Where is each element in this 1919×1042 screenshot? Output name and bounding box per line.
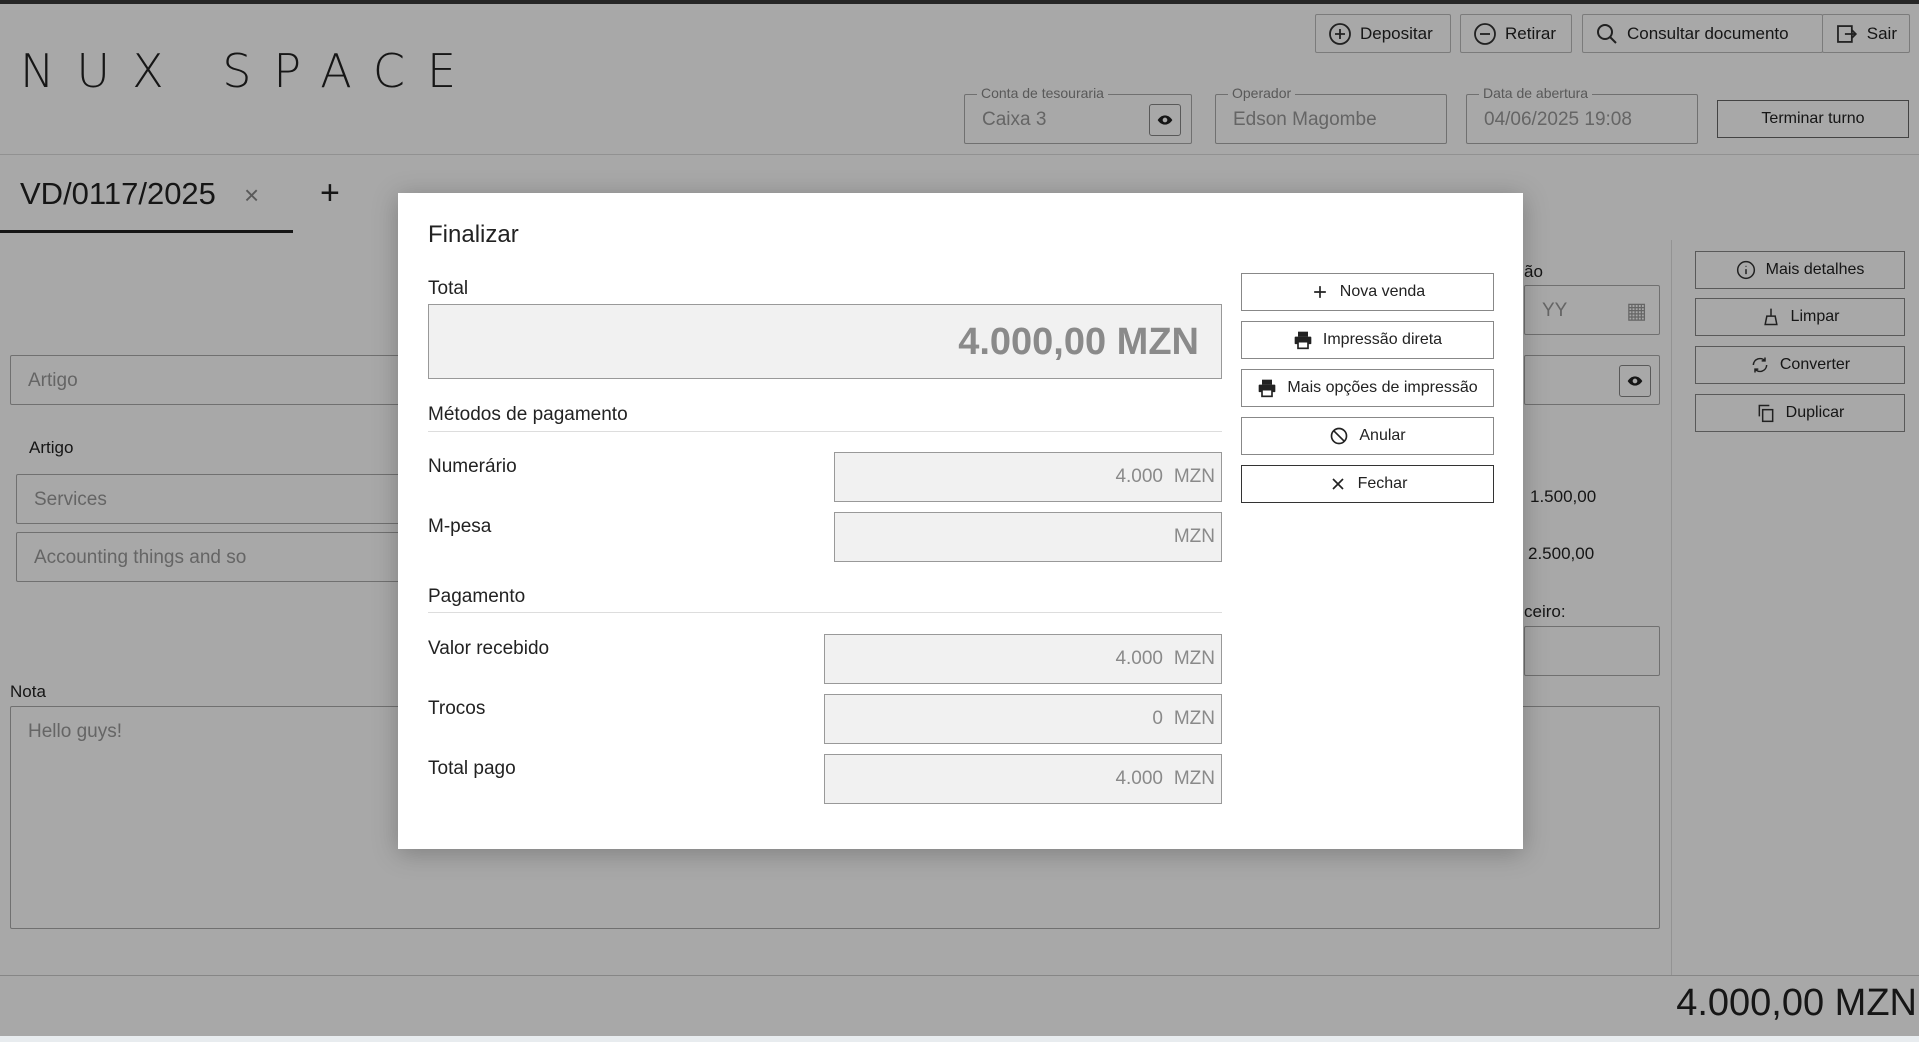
cash-method-label: Numerário [428, 456, 517, 477]
cash-amount-value: 4.000 [1115, 466, 1163, 487]
plus-icon [1313, 286, 1326, 298]
received-amount-unit: MZN [1173, 648, 1215, 669]
finalize-dialog: Finalizar Total 4.000,00 MZN Métodos de … [398, 193, 1523, 849]
new-sale-label: Nova venda [1339, 283, 1426, 300]
printer-icon [1294, 331, 1312, 350]
change-amount-value: 0 [1152, 708, 1163, 729]
more-print-options-button[interactable]: Mais opções de impressão [1241, 369, 1494, 407]
change-label: Trocos [428, 698, 486, 719]
total-paid-label: Total pago [428, 758, 516, 779]
payment-divider [428, 612, 1222, 613]
received-amount-input[interactable]: 4.000 MZN [824, 634, 1222, 684]
received-label: Valor recebido [428, 638, 550, 659]
total-paid-unit: MZN [1173, 768, 1215, 789]
total-value: 4.000,00 MZN [958, 321, 1199, 363]
mpesa-amount-input[interactable]: MZN [834, 512, 1222, 562]
cash-amount-unit: MZN [1173, 466, 1215, 487]
dialog-title: Finalizar [428, 221, 519, 248]
void-label: Anular [1359, 427, 1406, 444]
total-paid-value: 4.000 [1115, 768, 1163, 789]
direct-print-label: Impressão direta [1322, 331, 1443, 348]
block-icon [1331, 427, 1348, 445]
mpesa-method-label: M-pesa [428, 516, 492, 537]
received-amount-value: 4.000 [1115, 648, 1163, 669]
more-print-options-label: Mais opções de impressão [1287, 379, 1478, 396]
change-amount-field: 0 MZN [824, 694, 1222, 744]
void-button[interactable]: Anular [1241, 417, 1494, 455]
close-icon [1332, 478, 1344, 490]
payment-methods-title: Métodos de pagamento [428, 404, 628, 425]
payment-title: Pagamento [428, 586, 526, 607]
change-amount-unit: MZN [1173, 708, 1215, 729]
close-button[interactable]: Fechar [1241, 465, 1494, 503]
close-label: Fechar [1357, 475, 1408, 492]
cash-amount-input[interactable]: 4.000 MZN [834, 452, 1222, 502]
total-display: 4.000,00 MZN [428, 304, 1222, 379]
printer-icon [1259, 379, 1276, 398]
total-paid-field: 4.000 MZN [824, 754, 1222, 804]
payment-methods-divider [428, 431, 1222, 432]
total-label: Total [428, 278, 469, 299]
mpesa-amount-unit: MZN [1173, 526, 1215, 547]
bottom-strip [0, 1036, 1919, 1042]
new-sale-button[interactable]: Nova venda [1241, 273, 1494, 311]
direct-print-button[interactable]: Impressão direta [1241, 321, 1494, 359]
